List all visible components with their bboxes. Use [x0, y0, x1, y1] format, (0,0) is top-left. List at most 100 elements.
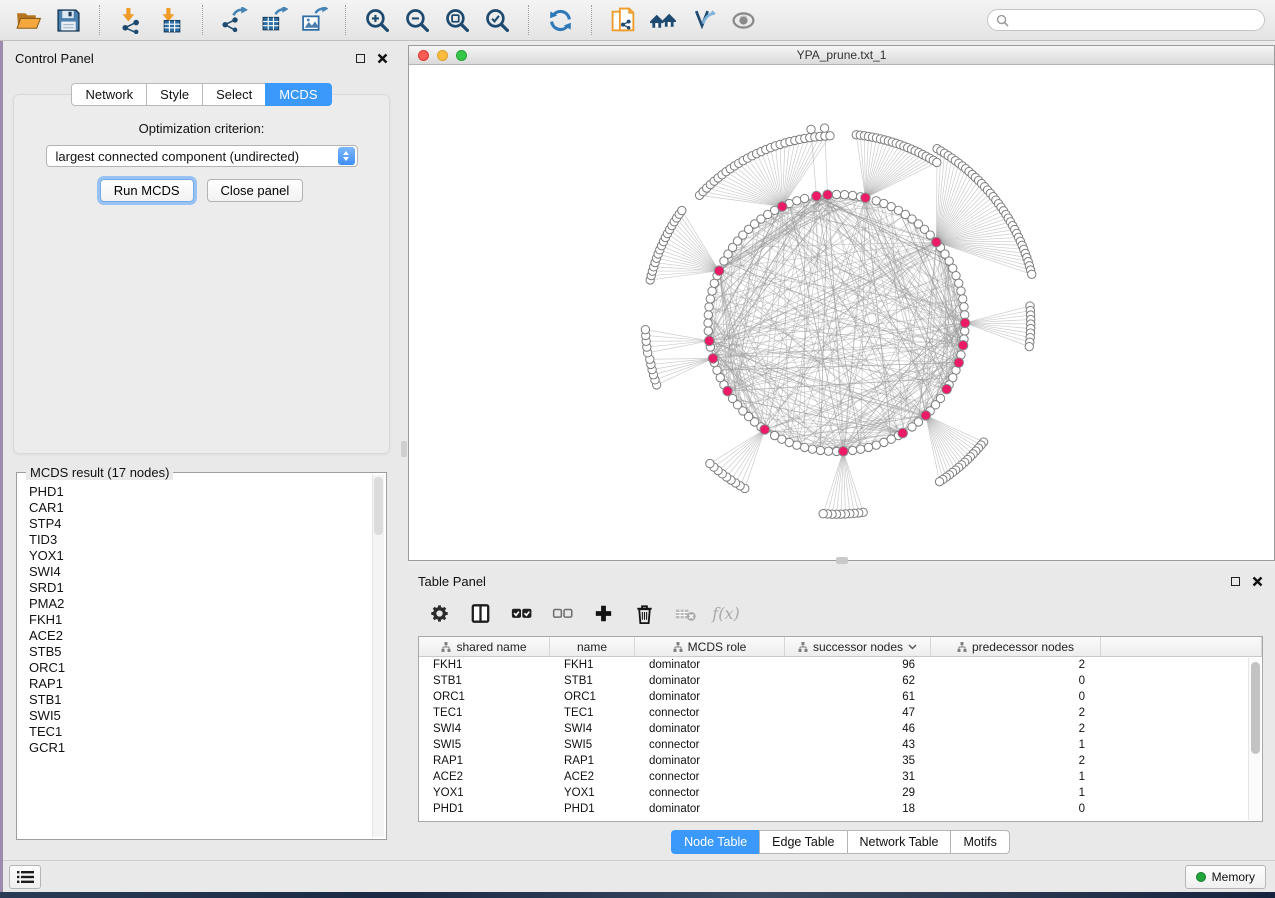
delete-entry-icon[interactable] — [631, 600, 657, 626]
birds-eye-view-icon[interactable] — [725, 5, 761, 35]
table-row[interactable]: PHD1PHD1dominator180 — [419, 801, 1262, 817]
column-header-predecessor-nodes[interactable]: predecessor nodes — [931, 637, 1101, 656]
tab-motifs[interactable]: Motifs — [950, 830, 1009, 854]
window-zoom-button[interactable] — [456, 50, 467, 61]
table-scrollbar-thumb[interactable] — [1251, 662, 1260, 754]
mcds-scrollbar[interactable] — [372, 475, 384, 837]
table-row[interactable]: SWI4SWI4dominator462 — [419, 721, 1262, 737]
zoom-fit-icon[interactable] — [439, 5, 475, 35]
vertical-splitter[interactable] — [400, 41, 408, 860]
close-table-panel-icon[interactable] — [1252, 576, 1263, 587]
close-panel-icon[interactable] — [377, 53, 388, 64]
window-close-button[interactable] — [418, 50, 429, 61]
tab-mcds[interactable]: MCDS — [265, 83, 331, 106]
search-networks-icon[interactable] — [645, 5, 681, 35]
select-all-icon[interactable] — [508, 600, 534, 626]
mcds-results-box: MCDS result (17 nodes) PHD1CAR1STP4TID3Y… — [16, 472, 387, 840]
new-network-from-selection-icon[interactable] — [605, 5, 641, 35]
mcds-result-item[interactable]: STP4 — [29, 516, 374, 532]
column-header-MCDS-role[interactable]: MCDS role — [635, 637, 785, 656]
column-header-shared-name[interactable]: shared name — [419, 637, 550, 656]
export-network-icon[interactable] — [216, 5, 252, 35]
export-image-icon[interactable] — [296, 5, 332, 35]
toolbar-separator — [202, 5, 203, 35]
table-row[interactable]: ACE2ACE2connector311 — [419, 769, 1262, 785]
splitter-handle[interactable] — [401, 441, 407, 457]
mcds-result-item[interactable]: STB1 — [29, 692, 374, 708]
column-header-successor-nodes[interactable]: successor nodes — [785, 637, 931, 656]
mcds-result-item[interactable]: ORC1 — [29, 660, 374, 676]
search-input[interactable] — [1014, 13, 1256, 27]
tab-node-table[interactable]: Node Table — [671, 830, 759, 854]
open-file-icon[interactable] — [10, 5, 46, 35]
zoom-in-icon[interactable] — [359, 5, 395, 35]
import-table-icon[interactable] — [153, 5, 189, 35]
mcds-result-item[interactable]: STB5 — [29, 644, 374, 660]
vizmap-toggle-icon[interactable] — [685, 5, 721, 35]
table-row[interactable]: ORC1ORC1dominator610 — [419, 689, 1262, 705]
tab-edge-table[interactable]: Edge Table — [759, 830, 846, 854]
criterion-value: largest connected component (undirected) — [56, 149, 300, 164]
table-row[interactable]: RAP1RAP1dominator352 — [419, 753, 1262, 769]
task-history-button[interactable] — [9, 865, 41, 889]
delete-table-icon[interactable] — [672, 600, 698, 626]
run-mcds-button[interactable]: Run MCDS — [100, 179, 194, 202]
table-row[interactable]: YOX1YOX1connector291 — [419, 785, 1262, 801]
column-selector-icon[interactable] — [467, 600, 493, 626]
float-panel-icon[interactable] — [356, 54, 365, 63]
criterion-dropdown[interactable]: largest connected component (undirected) — [46, 145, 358, 167]
mcds-result-item[interactable]: FKH1 — [29, 612, 374, 628]
column-header-filler — [1101, 637, 1262, 656]
desktop-wallpaper — [0, 892, 1275, 898]
tab-style[interactable]: Style — [146, 83, 202, 106]
mcds-result-item[interactable]: SWI5 — [29, 708, 374, 724]
export-table-icon[interactable] — [256, 5, 292, 35]
table-row[interactable]: SWI5SWI5connector431 — [419, 737, 1262, 753]
table-row[interactable]: TEC1TEC1connector472 — [419, 705, 1262, 721]
control-tabs: NetworkStyleSelectMCDS — [3, 83, 400, 106]
table-row[interactable]: FKH1FKH1dominator962 — [419, 657, 1262, 673]
import-network-icon[interactable] — [113, 5, 149, 35]
function-builder-icon[interactable]: f(x) — [713, 600, 739, 626]
column-header-name[interactable]: name — [550, 637, 635, 656]
close-panel-button[interactable]: Close panel — [207, 179, 304, 202]
memory-button[interactable]: Memory — [1185, 865, 1266, 889]
memory-status-icon — [1196, 872, 1206, 882]
refresh-layout-icon[interactable] — [542, 5, 578, 35]
table-panel: Table Panel — [408, 564, 1275, 860]
network-graph[interactable] — [409, 65, 1274, 560]
zoom-out-icon[interactable] — [399, 5, 435, 35]
table-scrollbar[interactable] — [1248, 658, 1261, 820]
mcds-result-item[interactable]: YOX1 — [29, 548, 374, 564]
mcds-result-item[interactable]: CAR1 — [29, 500, 374, 516]
mcds-panel: Optimization criterion: largest connecte… — [13, 94, 390, 454]
network-canvas[interactable] — [409, 65, 1274, 560]
mcds-result-item[interactable]: RAP1 — [29, 676, 374, 692]
tab-select[interactable]: Select — [202, 83, 265, 106]
save-session-icon[interactable] — [50, 5, 86, 35]
horizontal-splitter-handle[interactable] — [836, 557, 848, 564]
mcds-result-item[interactable]: TEC1 — [29, 724, 374, 740]
global-search[interactable] — [987, 9, 1265, 31]
mcds-result-item[interactable]: GCR1 — [29, 740, 374, 756]
tab-network[interactable]: Network — [71, 83, 146, 106]
mcds-result-item[interactable]: SRD1 — [29, 580, 374, 596]
table-settings-icon[interactable] — [426, 600, 452, 626]
float-table-panel-icon[interactable] — [1231, 577, 1240, 586]
column-type-icon — [441, 642, 451, 652]
mcds-result-item[interactable]: ACE2 — [29, 628, 374, 644]
window-minimize-button[interactable] — [437, 50, 448, 61]
network-window-title: YPA_prune.txt_1 — [797, 48, 887, 62]
status-bar: Memory — [0, 860, 1275, 892]
zoom-selected-icon[interactable] — [479, 5, 515, 35]
deselect-all-icon[interactable] — [549, 600, 575, 626]
network-window-titlebar[interactable]: YPA_prune.txt_1 — [409, 46, 1274, 65]
mcds-result-item[interactable]: SWI4 — [29, 564, 374, 580]
mcds-result-item[interactable]: PMA2 — [29, 596, 374, 612]
tab-network-table[interactable]: Network Table — [847, 830, 951, 854]
mcds-result-item[interactable]: TID3 — [29, 532, 374, 548]
table-row[interactable]: STB1STB1dominator620 — [419, 673, 1262, 689]
mcds-result-item[interactable]: PHD1 — [29, 484, 374, 500]
add-entry-icon[interactable] — [590, 600, 616, 626]
column-type-icon — [957, 642, 967, 652]
